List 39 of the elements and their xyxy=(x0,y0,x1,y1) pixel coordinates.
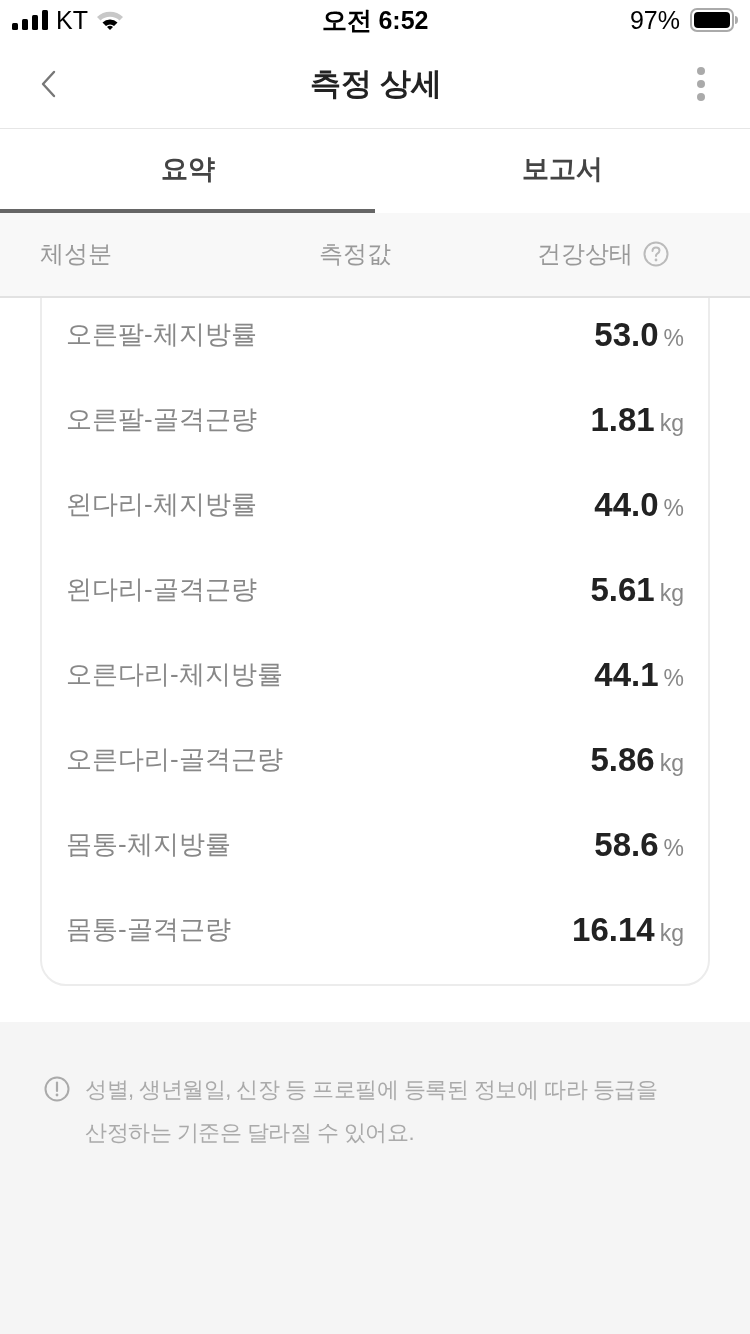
measurement-value: 44.0 xyxy=(594,484,659,525)
measurement-unit: % xyxy=(663,834,684,863)
measurement-unit: kg xyxy=(659,409,684,438)
help-icon[interactable] xyxy=(643,241,669,268)
more-icon xyxy=(696,66,706,102)
notice-text: 성별, 생년월일, 신장 등 프로필에 등록된 정보에 따라 등급을 산정하는 기준은 달라질 수 있어요. xyxy=(85,1076,659,1147)
battery-percent: 97% xyxy=(629,7,680,33)
column-header: 측정값 xyxy=(319,240,391,269)
body-part-label: 오른팔-체지방률 xyxy=(66,318,257,351)
measurement-value: 5.61 xyxy=(590,569,655,610)
body-part-label: 몸통-골격근량 xyxy=(66,913,231,946)
measurement-unit: kg xyxy=(659,919,684,948)
measurement-value: 5.86 xyxy=(590,739,655,780)
measurement-unit: kg xyxy=(659,749,684,778)
measurement-unit: % xyxy=(663,664,684,693)
measurement-value: 44.1 xyxy=(594,654,659,695)
info-icon xyxy=(44,1076,70,1102)
chevron-left-icon xyxy=(40,70,56,98)
carrier-name: KT xyxy=(56,7,88,33)
body-part-label: 왼다리-체지방률 xyxy=(66,488,257,521)
wifi-icon xyxy=(95,10,124,30)
body-part-label: 왼다리-골격근량 xyxy=(66,573,257,606)
measurement-value: 1.81 xyxy=(590,399,655,440)
measurement-unit: kg xyxy=(659,579,684,608)
column-header: 체성분 xyxy=(40,240,112,269)
body-part-label: 오른다리-골격근량 xyxy=(66,743,283,776)
signal-icon xyxy=(12,10,48,30)
column-header: 건강상태 xyxy=(537,240,633,269)
measurement-value: 16.14 xyxy=(572,909,655,950)
measurement-unit: % xyxy=(663,494,684,523)
body-part-label: 오른다리-체지방률 xyxy=(66,658,283,691)
measurement-value: 53.0 xyxy=(594,314,659,355)
body-part-label: 오른팔-골격근량 xyxy=(66,403,257,436)
body-part-label: 몸통-체지방률 xyxy=(66,828,231,861)
page-title: 측정 상세 xyxy=(309,65,443,103)
measurement-value: 58.6 xyxy=(594,824,659,865)
status-time: 오전 6:52 xyxy=(321,7,429,33)
measurement-unit: % xyxy=(663,324,684,353)
battery-icon xyxy=(690,8,738,32)
